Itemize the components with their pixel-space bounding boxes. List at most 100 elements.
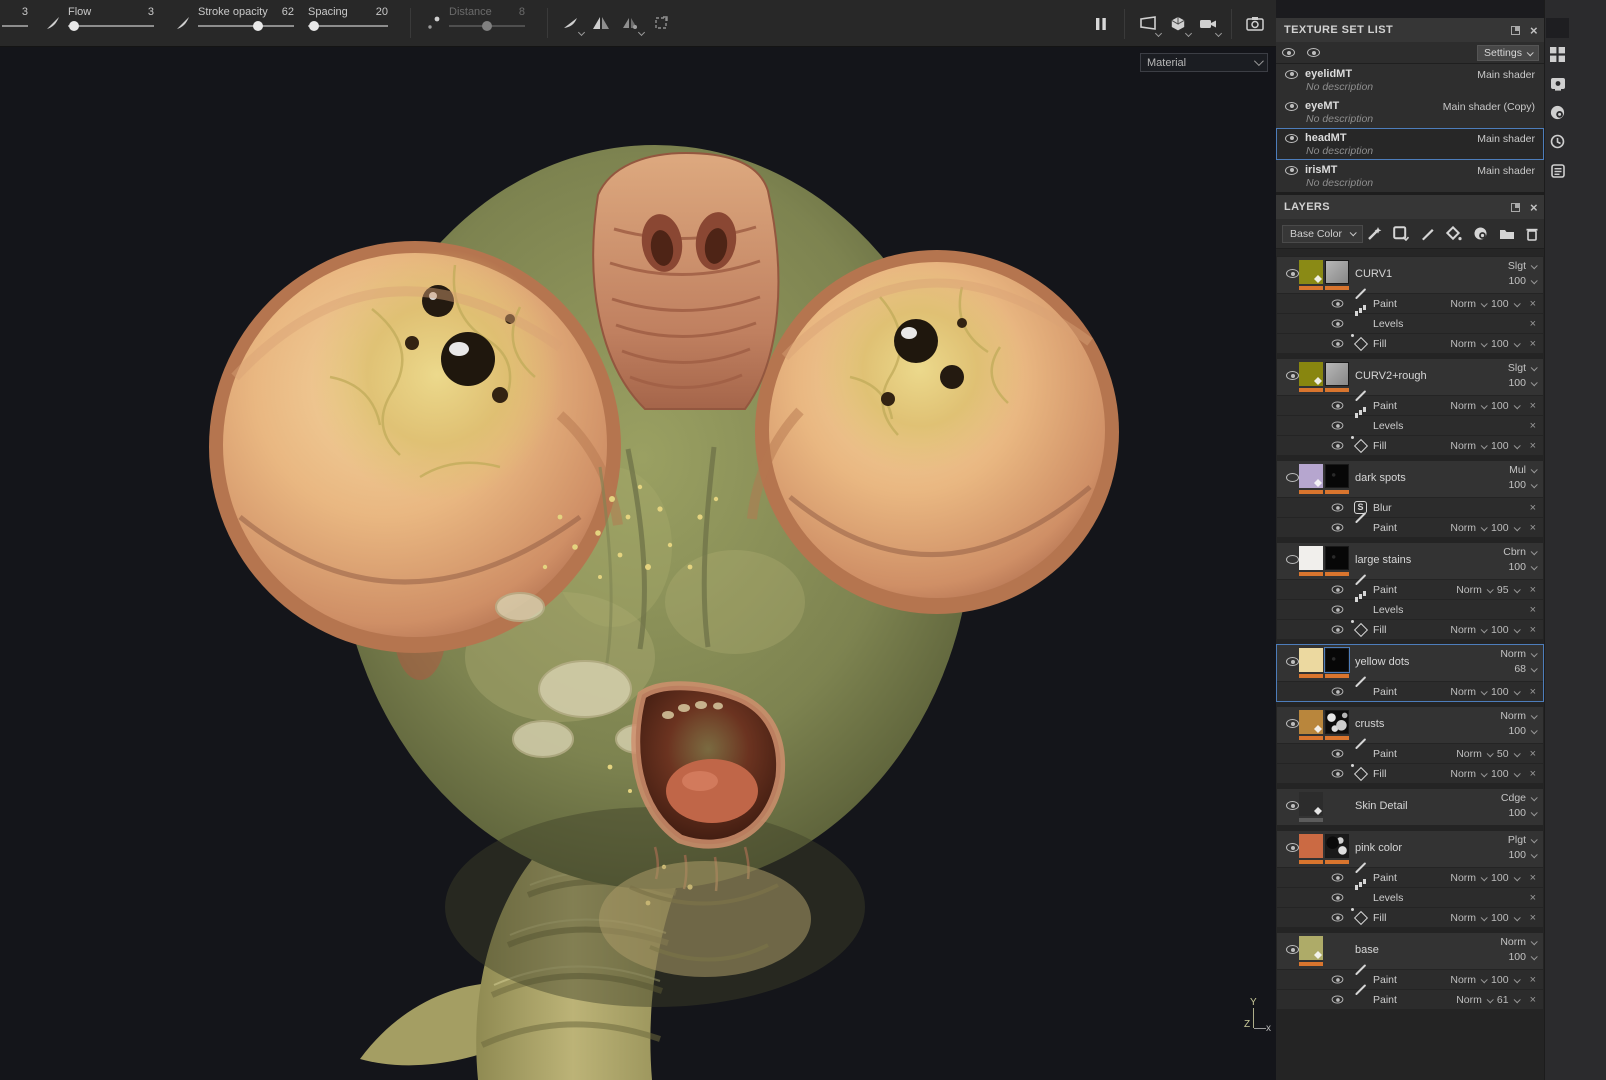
remove-effect-icon[interactable]: × [1530, 994, 1536, 1006]
layer-thumbnail[interactable] [1299, 710, 1323, 734]
texture-set-shader[interactable]: Main shader [1477, 69, 1535, 81]
layer-row[interactable]: Skin Detail Cdge 100 [1277, 789, 1543, 825]
layer-blend-mode[interactable]: Slgt [1508, 362, 1526, 374]
effect-blend-mode[interactable]: Norm [1456, 994, 1482, 1006]
effect-visibility-icon[interactable] [1332, 585, 1344, 593]
mirror-symmetry-icon[interactable] [619, 11, 643, 35]
spacing-param[interactable]: Spacing20 [308, 6, 388, 40]
effect-visibility-icon[interactable] [1332, 687, 1344, 695]
shader-ball-icon[interactable] [1549, 104, 1566, 121]
layer-blend-mode[interactable]: Cdge [1501, 792, 1526, 804]
effect-visibility-icon[interactable] [1332, 913, 1344, 921]
layer-mask-thumbnail[interactable] [1325, 464, 1349, 488]
texture-set-shader[interactable]: Main shader [1477, 133, 1535, 145]
effect-blend-mode[interactable]: Norm [1450, 440, 1476, 452]
layer-visibility-icon[interactable] [1286, 657, 1299, 666]
effect-visibility-icon[interactable] [1332, 441, 1344, 449]
display-settings-icon[interactable] [1136, 12, 1160, 36]
layer-mask-thumbnail[interactable] [1325, 834, 1349, 858]
layer-effect-row[interactable]: Paint Norm 100 × [1277, 293, 1543, 313]
eye-icon[interactable] [1307, 48, 1320, 57]
grid-view-icon[interactable] [1549, 46, 1566, 63]
effect-visibility-icon[interactable] [1332, 401, 1344, 409]
layer-visibility-icon[interactable] [1286, 371, 1299, 380]
material-mode-dropdown[interactable]: Material [1140, 53, 1268, 72]
flow-slider[interactable] [68, 25, 154, 27]
layer-opacity[interactable]: 100 [1508, 807, 1526, 819]
add-folder-icon[interactable] [1499, 227, 1515, 240]
effect-opacity[interactable]: 100 [1491, 686, 1509, 698]
eye-icon[interactable] [1285, 102, 1298, 111]
layer-effect-row[interactable]: Paint Norm 100 × [1277, 517, 1543, 537]
effect-blend-mode[interactable]: Norm [1450, 522, 1476, 534]
remove-effect-icon[interactable]: × [1530, 318, 1536, 330]
layer-thumbnail[interactable] [1299, 834, 1323, 858]
layer-effect-row[interactable]: Levels × [1277, 599, 1543, 619]
effect-blend-mode[interactable]: Norm [1450, 400, 1476, 412]
flow-slider-handle[interactable] [69, 21, 79, 31]
close-icon[interactable]: × [1530, 24, 1538, 37]
layer-thumbnail[interactable] [1299, 546, 1323, 570]
close-icon[interactable]: × [1530, 201, 1538, 214]
effect-blend-mode[interactable]: Norm [1456, 748, 1482, 760]
layer-row[interactable]: dark spots Mul 100 [1277, 461, 1543, 497]
layer-effect-row[interactable]: Levels × [1277, 887, 1543, 907]
remove-effect-icon[interactable]: × [1530, 400, 1536, 412]
layer-row[interactable]: CURV1 Slgt 100 [1277, 257, 1543, 293]
layer-effect-row[interactable]: Fill Norm 100 × [1277, 907, 1543, 927]
effect-visibility-icon[interactable] [1332, 523, 1344, 531]
layer-opacity[interactable]: 100 [1508, 479, 1526, 491]
layer-visibility-icon[interactable] [1286, 945, 1299, 954]
layer-opacity[interactable]: 100 [1508, 377, 1526, 389]
layer-row[interactable]: CURV2+rough Slgt 100 [1277, 359, 1543, 395]
layer-mask-thumbnail[interactable] [1325, 362, 1349, 386]
layer-blend-mode[interactable]: Slgt [1508, 260, 1526, 272]
effect-blend-mode[interactable]: Norm [1450, 912, 1476, 924]
fragment-slider[interactable] [2, 25, 28, 27]
layer-thumbnail[interactable] [1299, 362, 1323, 386]
effect-blend-mode[interactable]: Norm [1450, 872, 1476, 884]
stroke-opacity-param[interactable]: Stroke opacity62 [198, 6, 294, 40]
layer-effect-row[interactable]: Paint Norm 100 × [1277, 867, 1543, 887]
layer-effect-row[interactable]: Paint Norm 50 × [1277, 743, 1543, 763]
layer-visibility-icon[interactable] [1286, 473, 1299, 482]
effect-opacity[interactable]: 100 [1491, 440, 1509, 452]
effect-visibility-icon[interactable] [1332, 339, 1344, 347]
spacing-slider[interactable] [308, 25, 388, 27]
effect-visibility-icon[interactable] [1332, 995, 1344, 1003]
layer-row[interactable]: crusts Norm 100 [1277, 707, 1543, 743]
layer-effect-row[interactable]: Paint Norm 100 × [1277, 969, 1543, 989]
falloff-preset-icon[interactable] [559, 11, 583, 35]
layer-blend-mode[interactable]: Cbrn [1503, 546, 1526, 558]
transform-icon[interactable] [649, 11, 673, 35]
layer-thumbnail[interactable] [1299, 464, 1323, 488]
lazy-mouse-icon[interactable] [422, 11, 446, 35]
layer-blend-mode[interactable]: Mul [1509, 464, 1526, 476]
layer-visibility-icon[interactable] [1286, 843, 1299, 852]
spacing-slider-handle[interactable] [309, 21, 319, 31]
effect-opacity[interactable]: 100 [1491, 974, 1509, 986]
effect-opacity[interactable]: 95 [1497, 584, 1509, 596]
layer-mask-thumbnail[interactable] [1325, 648, 1349, 672]
layer-effect-row[interactable]: Levels × [1277, 415, 1543, 435]
layer-thumbnail[interactable] [1299, 260, 1323, 284]
layer-row[interactable]: pink color Plgt 100 [1277, 831, 1543, 867]
dock-icon[interactable] [1511, 26, 1520, 35]
layer-blend-mode[interactable]: Norm [1500, 936, 1526, 948]
layer-thumbnail[interactable] [1299, 936, 1323, 960]
remove-effect-icon[interactable]: × [1530, 686, 1536, 698]
layer-row[interactable]: large stains Cbrn 100 [1277, 543, 1543, 579]
effect-visibility-icon[interactable] [1332, 975, 1344, 983]
texture-set-row[interactable]: headMT Main shader No description [1276, 128, 1544, 160]
layer-mask-thumbnail[interactable] [1325, 546, 1349, 570]
camera-settings-icon[interactable] [1196, 12, 1220, 36]
remove-effect-icon[interactable]: × [1530, 604, 1536, 616]
effect-opacity[interactable]: 100 [1491, 400, 1509, 412]
smart-material-wand-icon[interactable] [1367, 226, 1382, 241]
add-paint-layer-icon[interactable] [1420, 226, 1435, 241]
layer-thumbnail[interactable] [1299, 648, 1323, 672]
delete-layer-icon[interactable] [1526, 227, 1538, 241]
flow-param[interactable]: Flow3 [68, 6, 154, 40]
remove-effect-icon[interactable]: × [1530, 584, 1536, 596]
remove-effect-icon[interactable]: × [1530, 522, 1536, 534]
